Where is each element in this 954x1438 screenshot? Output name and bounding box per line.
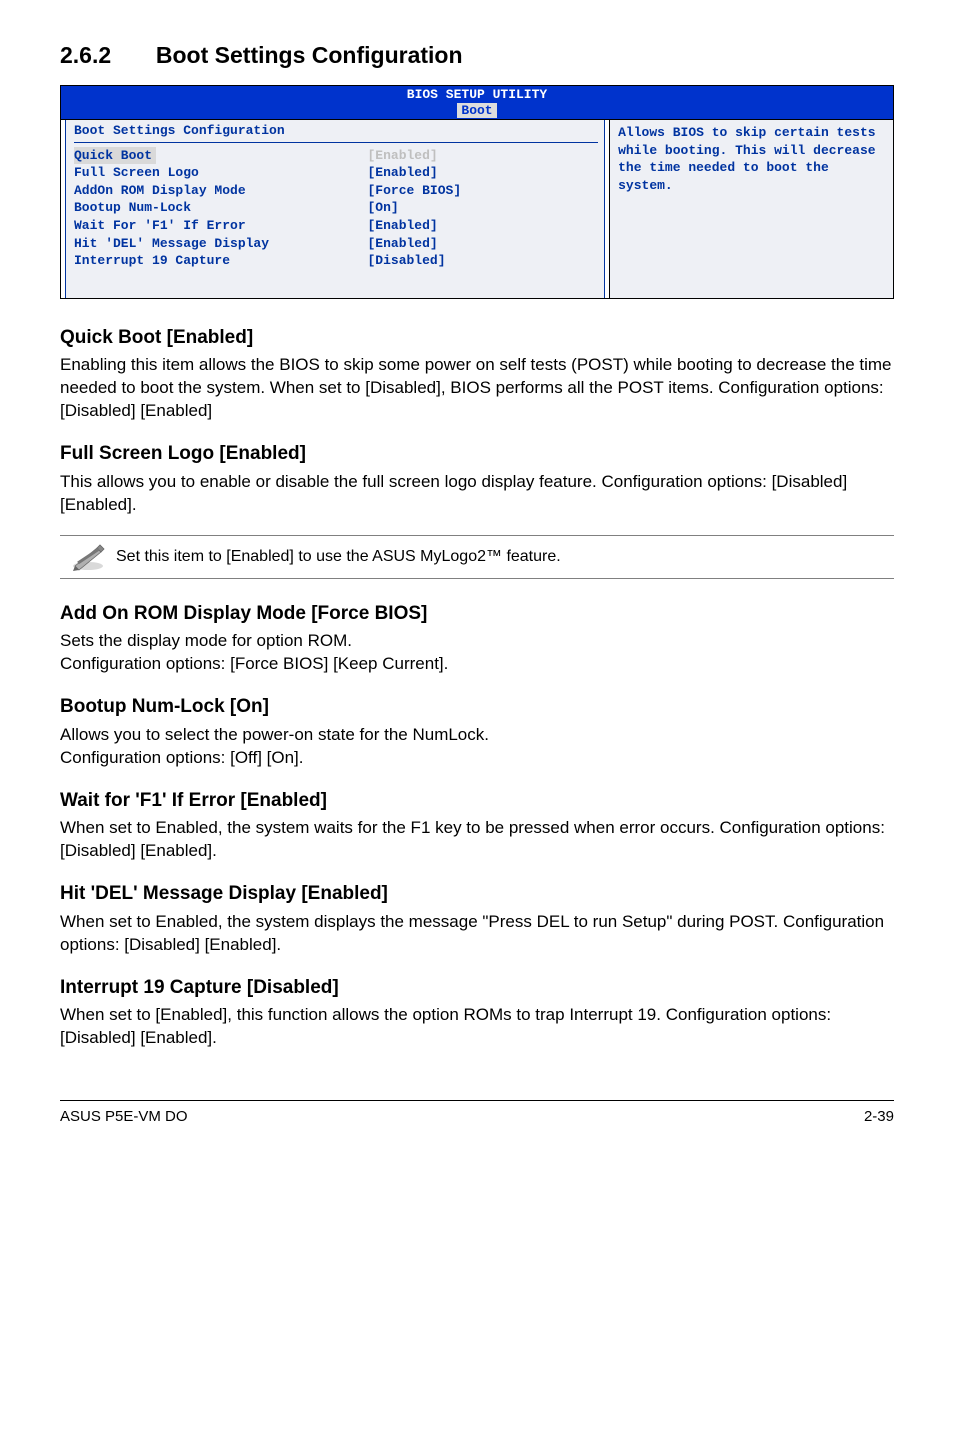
bios-row-label: AddOn ROM Display Mode	[74, 182, 368, 200]
section-number: 2.6.2	[60, 42, 111, 68]
note-text: Set this item to [Enabled] to use the AS…	[116, 546, 894, 568]
body-interrupt-19: When set to [Enabled], this function all…	[60, 1004, 894, 1050]
bios-row: Wait For 'F1' If Error [Enabled]	[74, 217, 598, 235]
bios-row-label: Hit 'DEL' Message Display	[74, 235, 368, 253]
bios-row: Hit 'DEL' Message Display [Enabled]	[74, 235, 598, 253]
bios-tab: Boot	[457, 103, 496, 119]
heading-hit-del: Hit 'DEL' Message Display [Enabled]	[60, 881, 894, 907]
bios-title: BIOS SETUP UTILITY	[407, 87, 547, 102]
bios-row-value: [Enabled]	[368, 147, 599, 165]
bios-left-panel: Boot Settings Configuration Quick Boot […	[61, 120, 610, 297]
bios-help-text: Allows BIOS to skip certain tests while …	[618, 124, 885, 194]
body-hit-del: When set to Enabled, the system displays…	[60, 911, 894, 957]
bios-panel-heading: Boot Settings Configuration	[74, 122, 598, 140]
section-title: Boot Settings Configuration	[156, 42, 463, 68]
bios-row: Bootup Num-Lock [On]	[74, 199, 598, 217]
heading-addon-rom: Add On ROM Display Mode [Force BIOS]	[60, 601, 894, 627]
bios-row-value: [On]	[368, 199, 599, 217]
heading-quick-boot: Quick Boot [Enabled]	[60, 325, 894, 351]
bios-row-value: [Enabled]	[368, 235, 599, 253]
body-quick-boot: Enabling this item allows the BIOS to sk…	[60, 354, 894, 423]
bios-row-value: [Disabled]	[368, 252, 599, 270]
bios-title-bar: BIOS SETUP UTILITY Boot	[61, 86, 893, 120]
body-bootup-numlock: Allows you to select the power-on state …	[60, 724, 894, 770]
bios-row: Quick Boot [Enabled]	[74, 147, 598, 165]
bios-row-value: [Enabled]	[368, 217, 599, 235]
bios-row: Full Screen Logo [Enabled]	[74, 164, 598, 182]
bios-row-label: Full Screen Logo	[74, 164, 368, 182]
bios-row-label: Quick Boot	[74, 147, 156, 165]
bios-row: Interrupt 19 Capture [Disabled]	[74, 252, 598, 270]
section-header: 2.6.2 Boot Settings Configuration	[60, 40, 894, 71]
bios-row-label: Interrupt 19 Capture	[74, 252, 368, 270]
heading-interrupt-19: Interrupt 19 Capture [Disabled]	[60, 975, 894, 1001]
body-wait-f1: When set to Enabled, the system waits fo…	[60, 817, 894, 863]
heading-full-screen-logo: Full Screen Logo [Enabled]	[60, 441, 894, 467]
bios-screenshot: BIOS SETUP UTILITY Boot Boot Settings Co…	[60, 85, 894, 299]
bios-row: AddOn ROM Display Mode [Force BIOS]	[74, 182, 598, 200]
body-full-screen-logo: This allows you to enable or disable the…	[60, 471, 894, 517]
heading-wait-f1: Wait for 'F1' If Error [Enabled]	[60, 788, 894, 814]
note-callout: Set this item to [Enabled] to use the AS…	[60, 535, 894, 579]
heading-bootup-numlock: Bootup Num-Lock [On]	[60, 694, 894, 720]
bios-row-value: [Enabled]	[368, 164, 599, 182]
bios-help-panel: Allows BIOS to skip certain tests while …	[610, 120, 893, 297]
bios-row-value: [Force BIOS]	[368, 182, 599, 200]
body-addon-rom: Sets the display mode for option ROM. Co…	[60, 630, 894, 676]
bios-row-label: Wait For 'F1' If Error	[74, 217, 368, 235]
footer-right: 2-39	[864, 1107, 894, 1127]
pencil-note-icon	[60, 542, 116, 572]
footer-left: ASUS P5E-VM DO	[60, 1107, 188, 1127]
bios-row-label: Bootup Num-Lock	[74, 199, 368, 217]
page-footer: ASUS P5E-VM DO 2-39	[60, 1100, 894, 1127]
